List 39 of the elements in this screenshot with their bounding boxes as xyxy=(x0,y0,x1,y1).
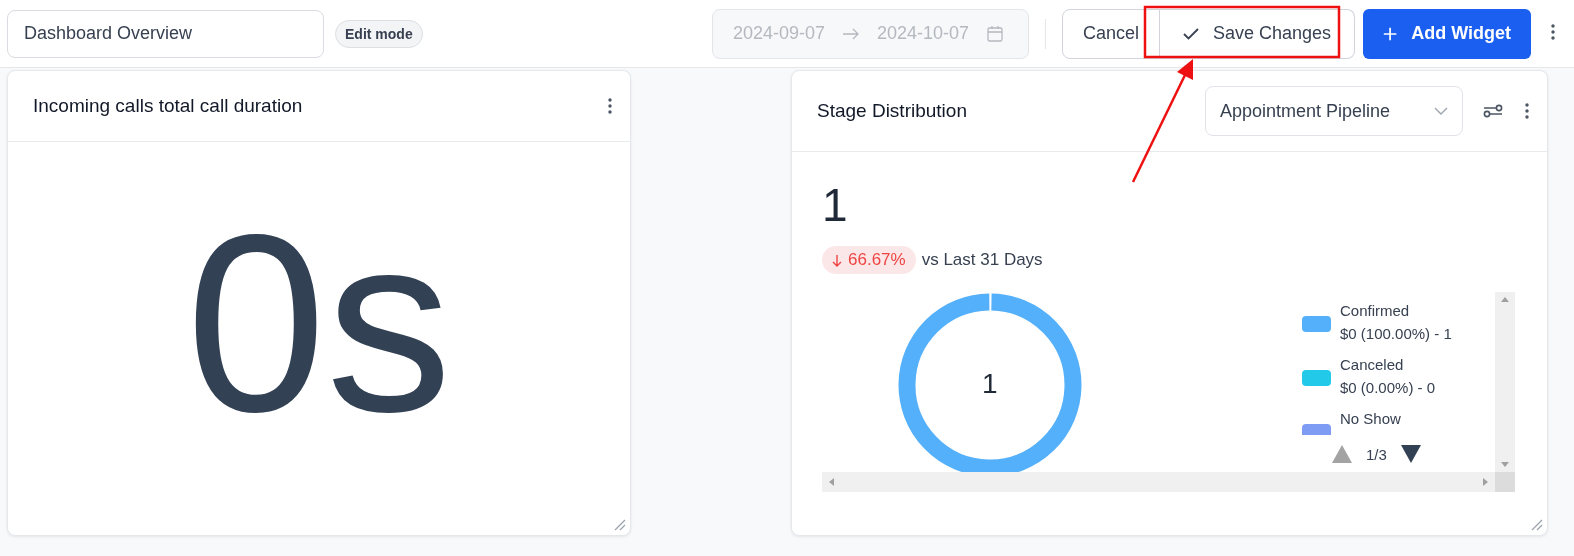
widget-title: Stage Distribution xyxy=(817,100,968,122)
more-icon[interactable] xyxy=(1551,23,1555,40)
widget-title: Incoming calls total call duration xyxy=(33,95,304,117)
metric-value: 0s xyxy=(185,182,453,466)
legend-label: Canceled xyxy=(1340,356,1405,373)
comparison-text: vs Last 31 Days xyxy=(921,250,1043,270)
horizontal-scrollbar[interactable] xyxy=(822,472,1495,492)
triangle-up-icon[interactable] xyxy=(1332,445,1352,463)
save-button[interactable]: Save Changes xyxy=(1160,8,1355,59)
arrow-right-icon xyxy=(843,27,860,40)
filter-settings-icon[interactable] xyxy=(1483,104,1503,118)
scrollbar-corner xyxy=(1495,472,1515,492)
vertical-scrollbar[interactable] xyxy=(1495,292,1515,472)
total-value: 1 xyxy=(822,182,849,228)
add-widget-button[interactable]: Add Widget xyxy=(1363,8,1531,59)
pipeline-dropdown[interactable]: Appointment Pipeline xyxy=(1205,86,1463,136)
scroll-up-icon[interactable] xyxy=(1501,297,1509,302)
legend-value: $0 (0.00%) - 0 xyxy=(1340,379,1436,396)
more-icon[interactable] xyxy=(1525,103,1529,119)
page-indicator: 1/3 xyxy=(1366,445,1387,463)
legend-label: Confirmed xyxy=(1340,302,1411,319)
triangle-down-icon[interactable] xyxy=(1400,445,1421,463)
mode-badge: Edit mode xyxy=(335,19,423,48)
legend-label: No Show xyxy=(1340,410,1401,427)
change-badge: 66.67% xyxy=(822,246,916,274)
resize-handle-icon[interactable] xyxy=(612,517,626,531)
scroll-down-icon[interactable] xyxy=(1501,462,1509,467)
scroll-right-icon[interactable] xyxy=(1483,478,1488,486)
calendar-icon xyxy=(987,25,1004,42)
dashboard-name-field[interactable]: Dashboard Overview xyxy=(7,9,324,58)
check-icon xyxy=(1182,27,1199,40)
arrow-down-icon xyxy=(832,253,842,267)
cancel-button[interactable]: Cancel xyxy=(1061,8,1160,59)
more-icon[interactable] xyxy=(608,98,612,114)
resize-handle-icon[interactable] xyxy=(1529,517,1543,531)
legend-value: $0 (100.00%) - 1 xyxy=(1340,325,1452,342)
donut-center-label: 1 xyxy=(982,368,998,400)
chevron-down-icon xyxy=(1434,107,1448,115)
scroll-left-icon[interactable] xyxy=(829,478,834,486)
